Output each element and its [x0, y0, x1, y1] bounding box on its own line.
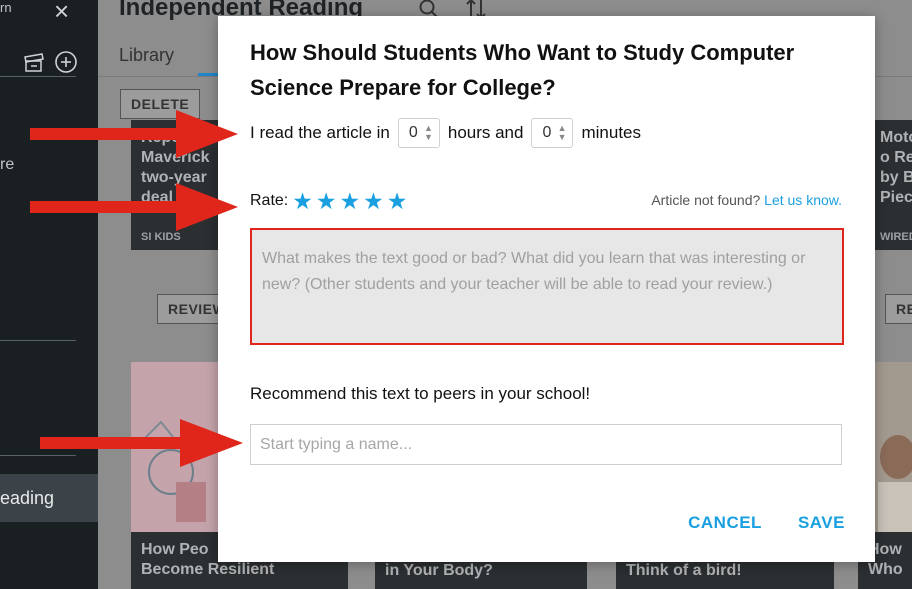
article-not-found: Article not found? Let us know.: [651, 192, 842, 208]
star-rating[interactable]: ★ ★ ★ ★ ★: [292, 188, 410, 215]
save-button[interactable]: SAVE: [798, 513, 845, 533]
hours-value: 0: [408, 124, 418, 141]
stepper-arrows-icon[interactable]: ▲ ▼: [424, 124, 433, 142]
annotation-arrow-icon: [30, 183, 238, 231]
hours-label: hours and: [447, 123, 524, 142]
rating-row: Rate: ★ ★ ★ ★ ★: [250, 188, 410, 214]
star-icon[interactable]: ★: [363, 188, 384, 215]
minutes-stepper[interactable]: 0 ▲ ▼: [531, 118, 574, 148]
star-icon[interactable]: ★: [292, 188, 313, 215]
star-icon[interactable]: ★: [387, 188, 408, 215]
time-prefix-label: I read the article in: [250, 123, 390, 142]
review-dialog: How Should Students Who Want to Study Co…: [218, 16, 875, 562]
cancel-button[interactable]: CANCEL: [688, 513, 762, 533]
star-icon[interactable]: ★: [340, 188, 361, 215]
minutes-value: 0: [542, 124, 552, 141]
dialog-title: How Should Students Who Want to Study Co…: [250, 40, 795, 100]
review-textarea[interactable]: [250, 228, 844, 345]
not-found-text: Article not found?: [651, 192, 761, 208]
rate-label: Rate:: [250, 192, 289, 209]
recommend-label: Recommend this text to peers in your sch…: [250, 384, 591, 403]
recommend-name-input[interactable]: [250, 424, 842, 465]
minutes-label: minutes: [581, 123, 642, 142]
report-link[interactable]: Let us know.: [764, 192, 842, 208]
dialog-actions: CANCEL SAVE: [688, 513, 845, 533]
hours-stepper[interactable]: 0 ▲ ▼: [397, 118, 440, 148]
annotation-arrow-icon: [30, 110, 238, 158]
star-icon[interactable]: ★: [316, 188, 337, 215]
reading-time-row: I read the article in 0 ▲ ▼ hours and 0 ▲…: [250, 118, 641, 148]
annotation-arrow-icon: [40, 419, 243, 467]
stepper-arrows-icon[interactable]: ▲ ▼: [558, 124, 567, 142]
